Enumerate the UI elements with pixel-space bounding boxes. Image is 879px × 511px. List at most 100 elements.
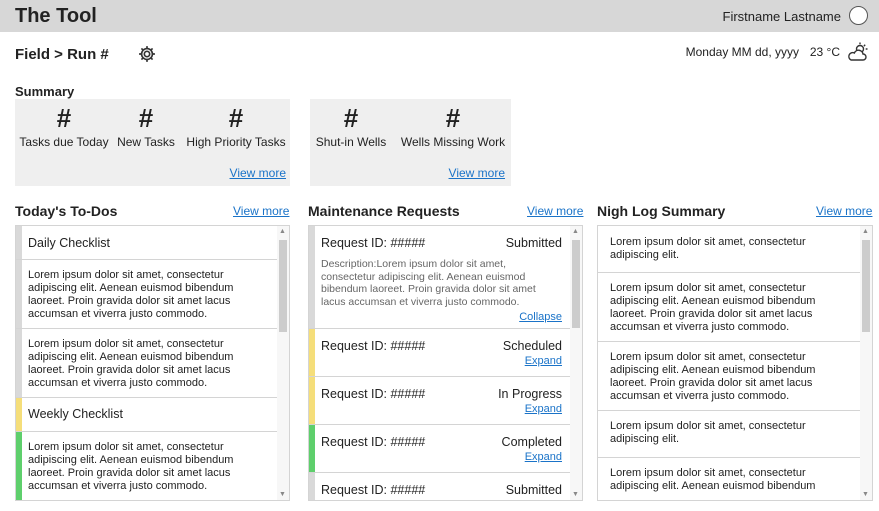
- collapse-link[interactable]: Collapse: [519, 311, 562, 323]
- maintenance-scrollbar[interactable]: ▲ ▼: [570, 226, 582, 500]
- request-id: Request ID: #####: [321, 483, 426, 497]
- todo-label: Weekly Checklist: [28, 407, 123, 421]
- request-card[interactable]: Request ID: ##### Completed Expand: [309, 425, 570, 473]
- summary-wells-view-more-link[interactable]: View more: [449, 166, 505, 180]
- log-text: Lorem ipsum dolor sit amet, consectetur …: [610, 282, 816, 333]
- scroll-up-icon[interactable]: ▲: [572, 228, 579, 235]
- todos-title: Today's To-Dos: [15, 203, 118, 219]
- request-id: Request ID: #####: [321, 236, 426, 250]
- log-text: Lorem ipsum dolor sit amet, consectetur …: [610, 351, 816, 402]
- status-accent: [309, 425, 315, 472]
- stat-label: New Tasks: [117, 135, 175, 149]
- user-name[interactable]: Firstname Lastname: [723, 9, 842, 24]
- stat-value: #: [56, 103, 72, 133]
- status-accent: [309, 329, 315, 376]
- todos-scrollbar[interactable]: ▲ ▼: [277, 226, 289, 500]
- status-accent: [16, 329, 22, 397]
- breadcrumb[interactable]: Field > Run #: [15, 46, 109, 63]
- partly-cloudy-icon: [848, 42, 868, 61]
- maintenance-list: Request ID: ##### Submitted Description:…: [309, 226, 570, 500]
- list-item[interactable]: Lorem ipsum dolor sit amet, consectetur …: [598, 342, 860, 411]
- summary-wells-box: # Shut-in Wells # Wells Missing Work Vie…: [310, 99, 511, 186]
- status-accent: [309, 226, 315, 328]
- stat-wells-missing-work: # Wells Missing Work: [398, 103, 508, 149]
- list-item[interactable]: Lorem ipsum dolor sit amet, consectetur …: [16, 432, 277, 500]
- scroll-up-icon[interactable]: ▲: [279, 228, 286, 235]
- status-accent: [309, 473, 315, 500]
- request-card[interactable]: Request ID: ##### Submitted: [309, 473, 570, 500]
- expand-link[interactable]: Expand: [525, 403, 562, 415]
- scroll-thumb[interactable]: [862, 240, 870, 332]
- request-id: Request ID: #####: [321, 339, 426, 353]
- log-text: Lorem ipsum dolor sit amet, consectetur …: [610, 467, 816, 492]
- stat-shut-in-wells: # Shut-in Wells: [312, 103, 390, 149]
- request-card[interactable]: Request ID: ##### In Progress Expand: [309, 377, 570, 425]
- list-item[interactable]: Lorem ipsum dolor sit amet, consectetur …: [16, 329, 277, 398]
- log-text: Lorem ipsum dolor sit amet, consectetur …: [610, 236, 806, 261]
- nightlog-panel: Lorem ipsum dolor sit amet, consectetur …: [597, 225, 873, 501]
- todos-panel: Daily Checklist Lorem ipsum dolor sit am…: [15, 225, 290, 501]
- stat-value: #: [228, 103, 244, 133]
- todos-view-more-link[interactable]: View more: [233, 204, 289, 218]
- current-date: Monday MM dd, yyyy: [685, 45, 799, 59]
- stat-tasks-due-today: # Tasks due Today: [17, 103, 111, 149]
- expand-link[interactable]: Expand: [525, 451, 562, 463]
- status-badge: In Progress: [498, 387, 562, 401]
- status-badge: Submitted: [505, 483, 562, 497]
- list-item[interactable]: Daily Checklist: [16, 226, 277, 260]
- avatar[interactable]: [849, 6, 868, 25]
- list-item[interactable]: Lorem ipsum dolor sit amet, consectetur …: [598, 226, 860, 273]
- scroll-down-icon[interactable]: ▼: [279, 491, 286, 498]
- scroll-thumb[interactable]: [572, 240, 580, 328]
- stat-label: Wells Missing Work: [400, 135, 506, 149]
- request-card[interactable]: Request ID: ##### Scheduled Expand: [309, 329, 570, 377]
- stat-value: #: [343, 103, 359, 133]
- todo-text: Lorem ipsum dolor sit amet, consectetur …: [28, 338, 234, 389]
- status-accent: [16, 260, 22, 328]
- stat-label: Shut-in Wells: [315, 135, 387, 149]
- nightlog-title: Nigh Log Summary: [597, 203, 726, 219]
- summary-title: Summary: [15, 84, 75, 99]
- scroll-down-icon[interactable]: ▼: [862, 491, 869, 498]
- nightlog-list: Lorem ipsum dolor sit amet, consectetur …: [598, 226, 860, 500]
- request-id: Request ID: #####: [321, 387, 426, 401]
- summary-tasks-box: # Tasks due Today # New Tasks # High Pri…: [15, 99, 290, 186]
- maintenance-panel: Request ID: ##### Submitted Description:…: [308, 225, 583, 501]
- todo-text: Lorem ipsum dolor sit amet, consectetur …: [28, 441, 234, 492]
- request-description: Description:Lorem ipsum dolor sit amet, …: [321, 258, 536, 308]
- scroll-down-icon[interactable]: ▼: [572, 491, 579, 498]
- stat-value: #: [138, 103, 154, 133]
- todos-list: Daily Checklist Lorem ipsum dolor sit am…: [16, 226, 277, 500]
- gear-icon[interactable]: [137, 44, 157, 64]
- maintenance-title: Maintenance Requests: [308, 203, 460, 219]
- stat-label: High Priority Tasks: [186, 135, 286, 149]
- status-accent: [16, 398, 22, 431]
- scroll-up-icon[interactable]: ▲: [862, 228, 869, 235]
- list-item[interactable]: Lorem ipsum dolor sit amet, consectetur …: [598, 458, 860, 500]
- stat-value: #: [445, 103, 461, 133]
- app-title: The Tool: [15, 5, 97, 27]
- list-item[interactable]: Lorem ipsum dolor sit amet, consectetur …: [598, 411, 860, 458]
- maintenance-view-more-link[interactable]: View more: [527, 204, 583, 218]
- temperature: 23 °C: [809, 45, 840, 59]
- summary-tasks-view-more-link[interactable]: View more: [230, 166, 286, 180]
- list-item[interactable]: Weekly Checklist: [16, 398, 277, 432]
- list-item[interactable]: Lorem ipsum dolor sit amet, consectetur …: [598, 273, 860, 342]
- request-id: Request ID: #####: [321, 435, 426, 449]
- status-badge: Completed: [501, 435, 562, 449]
- todo-label: Daily Checklist: [28, 236, 110, 250]
- scroll-thumb[interactable]: [279, 240, 287, 332]
- status-accent: [16, 226, 22, 259]
- expand-link[interactable]: Expand: [525, 355, 562, 367]
- top-bar: The Tool Firstname Lastname: [0, 0, 879, 32]
- request-card[interactable]: Request ID: ##### Submitted Description:…: [309, 226, 570, 329]
- status-badge: Submitted: [505, 236, 562, 250]
- nightlog-scrollbar[interactable]: ▲ ▼: [860, 226, 872, 500]
- stat-high-priority-tasks: # High Priority Tasks: [185, 103, 287, 149]
- log-text: Lorem ipsum dolor sit amet, consectetur …: [610, 420, 806, 445]
- status-badge: Scheduled: [502, 339, 562, 353]
- stat-label: Tasks due Today: [19, 135, 109, 149]
- list-item[interactable]: Lorem ipsum dolor sit amet, consectetur …: [16, 260, 277, 329]
- nightlog-view-more-link[interactable]: View more: [816, 204, 872, 218]
- status-accent: [16, 432, 22, 500]
